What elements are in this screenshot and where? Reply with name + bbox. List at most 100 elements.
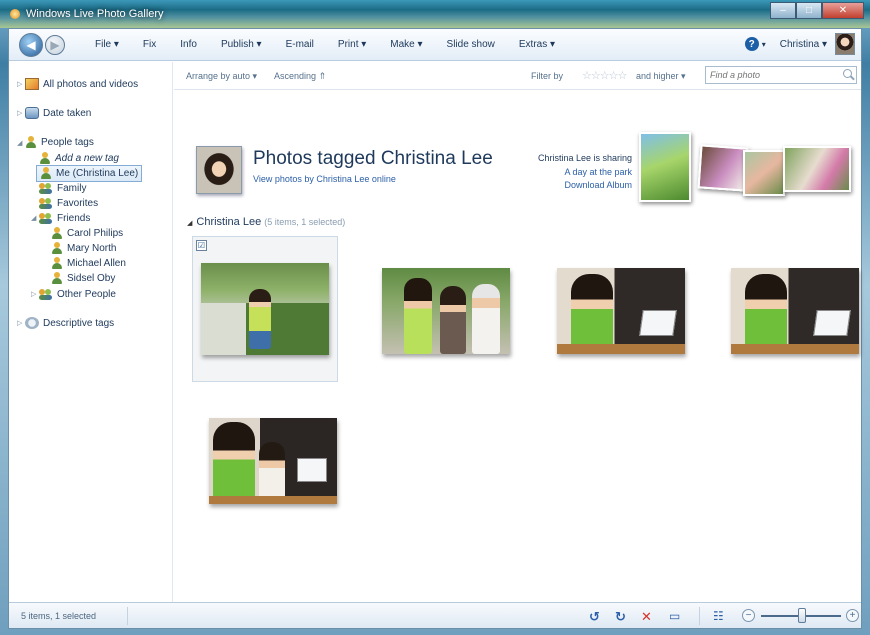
delete-icon[interactable]: ✕	[641, 609, 652, 625]
search-icon[interactable]	[843, 69, 852, 78]
sidebar-item-all-photos[interactable]: ▷ All photos and videos	[17, 78, 138, 90]
person-figure	[213, 422, 255, 504]
search-input[interactable]	[706, 67, 832, 83]
expand-arrow-icon[interactable]: ▷	[17, 80, 25, 88]
sidebar-item-date-taken[interactable]: ▷ Date taken	[17, 107, 91, 119]
sidebar-item-label: Carol Philips	[67, 228, 124, 239]
sidebar-item-label: Favorites	[57, 197, 99, 209]
user-avatar[interactable]	[835, 33, 855, 55]
sidebar-item-family[interactable]: Family	[39, 182, 86, 194]
menu-info[interactable]: Info	[168, 39, 209, 50]
view-online-link[interactable]: View photos by Christina Lee online	[253, 174, 396, 184]
sidebar-item-label: Date taken	[43, 107, 92, 119]
album-photo	[639, 132, 691, 202]
gallery-pane: Arrange by auto ▾ Ascending ⇑ Filter by …	[174, 62, 861, 602]
menu-email[interactable]: E-mail	[274, 39, 326, 50]
sidebar-item-mary-north[interactable]: Mary North	[51, 242, 116, 255]
photo-thumbnail[interactable]	[209, 418, 337, 504]
minimize-button[interactable]: –	[770, 2, 796, 19]
sidebar-item-michael-allen[interactable]: Michael Allen	[51, 257, 126, 270]
person-icon	[25, 136, 37, 149]
album-photo	[743, 150, 785, 196]
zoom-in-button[interactable]: +	[846, 609, 859, 622]
close-button[interactable]: ✕	[822, 2, 864, 19]
sidebar-item-descriptive-tags[interactable]: ▷ Descriptive tags	[17, 317, 114, 329]
back-arrow-icon[interactable]: ◀	[19, 32, 43, 57]
sidebar-item-sidsel-oby[interactable]: Sidsel Oby	[51, 272, 115, 285]
photo-thumbnail[interactable]	[201, 263, 329, 355]
photo-checkbox[interactable]: ☑	[196, 240, 207, 251]
album-photo	[783, 146, 851, 192]
photo-thumbnail[interactable]	[557, 268, 685, 354]
expand-arrow-icon[interactable]: ▷	[17, 109, 25, 117]
user-menu[interactable]: Christina ▾	[780, 39, 827, 50]
person-figure	[472, 284, 500, 354]
expand-arrow-icon[interactable]: ▷	[17, 319, 25, 327]
person-avatar	[196, 146, 242, 194]
search-box[interactable]	[705, 66, 857, 84]
sort-order-toggle[interactable]: Ascending ⇑	[274, 71, 326, 82]
person-icon	[51, 227, 63, 240]
menu-make[interactable]: Make ▾	[378, 39, 434, 50]
sharing-text: Christina Lee is sharing	[537, 153, 632, 163]
person-figure	[404, 278, 432, 354]
sidebar-item-label: Sidsel Oby	[67, 273, 116, 284]
group-icon	[39, 197, 53, 209]
person-figure	[440, 286, 466, 354]
zoom-out-button[interactable]: −	[742, 609, 755, 622]
menu-extras[interactable]: Extras ▾	[507, 39, 567, 50]
zoom-slider-thumb[interactable]	[798, 608, 806, 623]
help-icon[interactable]: ?	[744, 37, 759, 51]
sidebar-item-people-tags[interactable]: ◢ People tags	[17, 136, 94, 149]
sidebar-item-carol-philips[interactable]: Carol Philips	[51, 227, 123, 240]
menu-slide-show[interactable]: Slide show	[435, 39, 507, 50]
menu-publish[interactable]: Publish ▾	[209, 39, 274, 50]
photos-icon	[25, 78, 39, 90]
rotate-right-icon[interactable]: ↻	[615, 609, 626, 625]
album-link[interactable]: A day at the park	[564, 167, 632, 177]
rating-filter-stars[interactable]: ☆☆☆☆☆	[582, 69, 627, 82]
slideshow-icon[interactable]: ▭	[669, 609, 680, 623]
sidebar-item-friends[interactable]: ◢ Friends	[31, 212, 90, 224]
sidebar-item-label: Add a new tag	[55, 153, 119, 164]
details-view-icon[interactable]: ☷	[713, 609, 724, 623]
sidebar-item-label: Mary North	[67, 243, 117, 254]
status-text: 5 items, 1 selected	[21, 611, 97, 621]
sidebar-item-label: Michael Allen	[67, 258, 126, 269]
menu-fix[interactable]: Fix	[131, 39, 168, 50]
sidebar-item-add-new-tag[interactable]: Add a new tag	[39, 152, 119, 165]
filter-bar: Arrange by auto ▾ Ascending ⇑ Filter by …	[174, 62, 861, 90]
collapse-arrow-icon[interactable]: ◢	[187, 220, 192, 227]
title-bar[interactable]: Windows Live Photo Gallery – □ ✕	[0, 0, 870, 28]
rotate-left-icon[interactable]: ↺	[589, 609, 600, 625]
collapse-arrow-icon[interactable]: ◢	[31, 214, 39, 222]
sidebar-item-other-people[interactable]: ▷ Other People	[31, 288, 116, 300]
person-figure	[259, 442, 285, 504]
photo-thumbnail[interactable]	[382, 268, 510, 354]
shared-album-preview[interactable]	[639, 132, 859, 212]
menu-print[interactable]: Print ▾	[326, 39, 378, 50]
toolbar-right: ? ▾ Christina ▾	[744, 33, 855, 55]
group-header[interactable]: ◢ Christina Lee (5 items, 1 selected)	[187, 216, 345, 228]
rating-filter-dropdown[interactable]: and higher ▾	[636, 71, 686, 82]
laptop-figure	[297, 458, 327, 482]
collapse-arrow-icon[interactable]: ◢	[17, 139, 25, 147]
tag-icon	[25, 317, 39, 329]
arrange-by-dropdown[interactable]: Arrange by auto ▾	[186, 71, 257, 82]
sidebar-item-favorites[interactable]: Favorites	[39, 197, 98, 209]
laptop-figure	[639, 310, 677, 336]
forward-arrow-icon[interactable]: ▶	[45, 34, 65, 55]
photo-thumbnail[interactable]	[731, 268, 859, 354]
album-photo	[697, 144, 749, 192]
menu-file[interactable]: File ▾	[83, 39, 131, 50]
divider	[699, 607, 700, 625]
group-icon	[39, 212, 53, 224]
sidebar-item-me-christina-lee[interactable]: Me (Christina Lee)	[36, 165, 143, 182]
app-client-area: ◀ ▶ File ▾ Fix Info Publish ▾ E-mail Pri…	[8, 28, 862, 629]
person-icon	[40, 167, 52, 180]
expand-arrow-icon[interactable]: ▷	[31, 290, 39, 298]
help-menu-caret[interactable]: ▾	[762, 40, 766, 49]
download-album-link[interactable]: Download Album	[564, 180, 632, 190]
filter-label: Filter by	[531, 71, 564, 81]
maximize-button[interactable]: □	[796, 2, 822, 19]
